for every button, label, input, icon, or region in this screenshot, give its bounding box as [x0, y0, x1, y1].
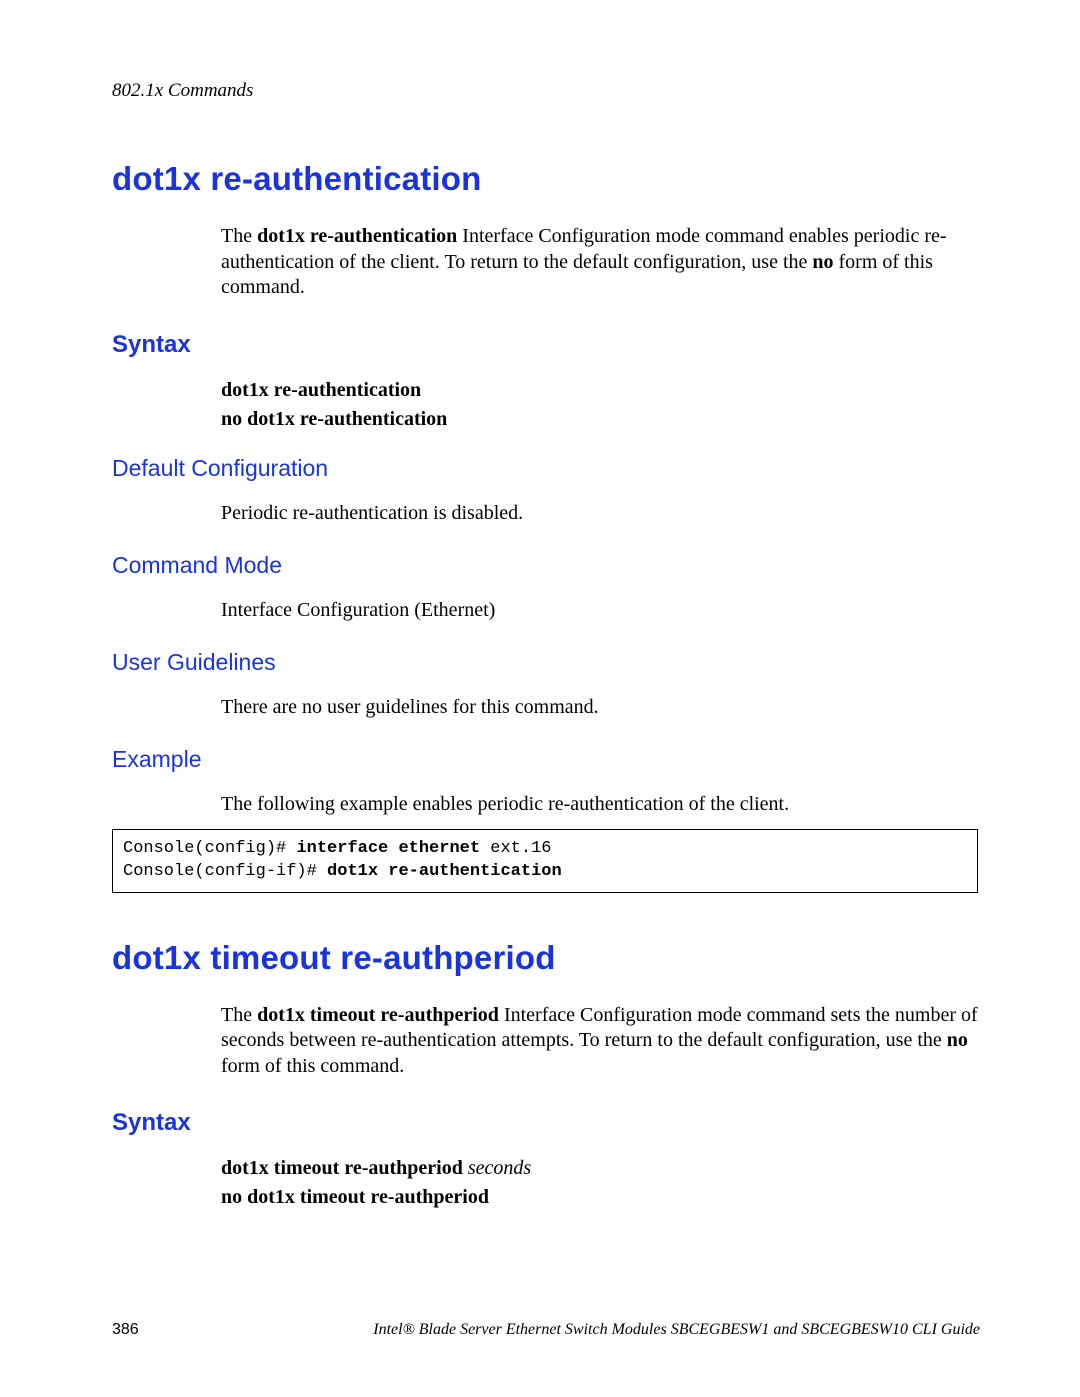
bold-term: dot1x timeout re-authperiod [257, 1004, 499, 1026]
command-mode-body: Interface Configuration (Ethernet) [221, 597, 980, 623]
syntax-line: dot1x timeout re-authperiod seconds [221, 1157, 980, 1180]
command-2-description: The dot1x timeout re-authperiod Interfac… [221, 1003, 980, 1080]
text: The [221, 225, 257, 247]
code-text: Console(config-if)# [123, 862, 327, 881]
code-bold: dot1x re-authentication [327, 862, 562, 881]
syntax-block-2: dot1x timeout re-authperiod seconds no d… [221, 1157, 980, 1209]
syntax-line: no dot1x re-authentication [221, 408, 980, 431]
bold-term: dot1x re-authentication [257, 225, 457, 247]
syntax-line: no dot1x timeout re-authperiod [221, 1186, 980, 1209]
syntax-arg: seconds [463, 1157, 531, 1179]
code-bold: interface ethernet [296, 839, 480, 858]
code-example: Console(config)# interface ethernet ext.… [112, 829, 978, 893]
command-1-description: The dot1x re-authentication Interface Co… [221, 224, 980, 301]
user-guidelines-body: There are no user guidelines for this co… [221, 694, 980, 720]
syntax-heading-2: Syntax [112, 1109, 980, 1137]
default-config-heading: Default Configuration [112, 455, 980, 482]
command-title-1: dot1x re-authentication [112, 160, 980, 198]
example-heading: Example [112, 746, 980, 773]
example-body: The following example enables periodic r… [221, 791, 980, 817]
bold-term: no [947, 1029, 968, 1051]
command-mode-heading: Command Mode [112, 552, 980, 579]
syntax-cmd: dot1x timeout re-authperiod [221, 1157, 463, 1179]
footer-guide-title: Intel® Blade Server Ethernet Switch Modu… [373, 1321, 980, 1339]
bold-term: no [812, 251, 833, 273]
text: The [221, 1004, 257, 1026]
syntax-block: dot1x re-authentication no dot1x re-auth… [221, 379, 980, 431]
syntax-line: dot1x re-authentication [221, 379, 980, 402]
command-title-2: dot1x timeout re-authperiod [112, 939, 980, 977]
running-header: 802.1x Commands [112, 80, 980, 102]
page-number: 386 [112, 1321, 139, 1339]
syntax-heading: Syntax [112, 331, 980, 359]
text: form of this command. [221, 1055, 404, 1077]
default-config-body: Periodic re-authentication is disabled. [221, 500, 980, 526]
user-guidelines-heading: User Guidelines [112, 649, 980, 676]
page-footer: 386 Intel® Blade Server Ethernet Switch … [112, 1321, 980, 1339]
code-text: ext.16 [480, 839, 551, 858]
code-text: Console(config)# [123, 839, 296, 858]
